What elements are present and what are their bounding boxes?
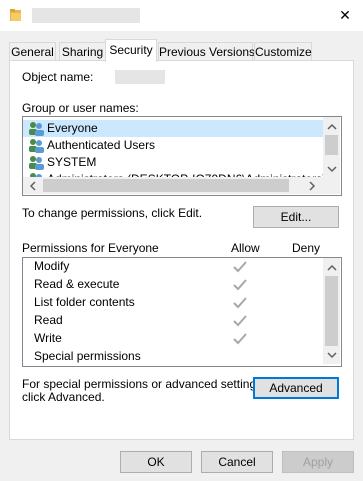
permissions-header: Permissions for Everyone <box>22 241 159 255</box>
object-name-label: Object name: <box>22 70 94 84</box>
group-item-label: Authenticated Users <box>47 138 156 152</box>
deny-column-header: Deny <box>292 241 321 255</box>
group-list-horizontal-scrollbar[interactable] <box>23 177 323 194</box>
users-icon <box>29 139 44 153</box>
permission-row-read: Read <box>34 312 63 329</box>
group-list-hscroll-thumb[interactable] <box>43 179 289 192</box>
advanced-text-line1: For special permissions or advanced sett… <box>22 377 266 391</box>
tab-sharing[interactable]: Sharing <box>59 42 106 61</box>
users-icon <box>29 156 44 170</box>
folder-icon <box>10 9 21 21</box>
scroll-down-arrow-icon[interactable] <box>326 349 338 361</box>
permission-row-special: Special permissions <box>34 348 141 365</box>
tab-general[interactable]: General <box>9 42 56 61</box>
group-list-vertical-scrollbar[interactable] <box>323 117 340 177</box>
tab-customize[interactable]: Customize <box>254 42 312 61</box>
allow-checkmark-icon <box>233 261 247 273</box>
group-user-names-label: Group or user names: <box>22 101 139 115</box>
permission-label: Read & execute <box>34 277 120 291</box>
scroll-up-arrow-icon[interactable] <box>326 262 338 274</box>
group-item-label: Everyone <box>47 121 98 135</box>
allow-checkmark-icon <box>233 297 247 309</box>
group-user-names-text: Group or user names: <box>22 101 139 115</box>
permission-label: List folder contents <box>34 295 135 309</box>
window-title-redacted <box>32 8 140 23</box>
scroll-left-arrow-icon[interactable] <box>27 180 39 192</box>
allow-column-header: Allow <box>231 241 260 255</box>
permissions-listbox: Modify Read & execute List folder conten… <box>22 257 342 367</box>
users-icon <box>29 122 44 136</box>
permission-row-list-folder-contents: List folder contents <box>34 294 135 311</box>
tab-previous-versions[interactable]: Previous Versions <box>158 42 255 61</box>
allow-checkmark-icon <box>233 279 247 291</box>
scroll-down-arrow-icon[interactable] <box>326 163 338 175</box>
change-permissions-text: To change permissions, click Edit. <box>22 206 203 220</box>
group-user-listbox[interactable]: Everyone Authenticated Users SYSTEM Admi… <box>22 116 342 196</box>
scroll-corner <box>323 177 340 194</box>
permission-label: Read <box>34 313 63 327</box>
ok-button[interactable]: OK <box>120 451 192 473</box>
permissions-vertical-scrollbar[interactable] <box>323 258 340 364</box>
allow-checkmark-icon <box>233 315 247 327</box>
object-name-value-redacted <box>115 70 165 84</box>
permission-label: Special permissions <box>34 349 141 363</box>
edit-button[interactable]: Edit... <box>253 206 339 228</box>
permissions-scroll-thumb[interactable] <box>325 276 338 346</box>
allow-checkmark-icon <box>233 333 247 345</box>
permission-row-write: Write <box>34 330 62 347</box>
group-item-label: SYSTEM <box>47 155 97 169</box>
group-list-scroll-thumb[interactable] <box>325 135 338 155</box>
permission-label: Write <box>34 331 62 345</box>
advanced-text-line2: click Advanced. <box>22 390 105 404</box>
advanced-button[interactable]: Advanced <box>253 377 339 399</box>
scroll-right-arrow-icon[interactable] <box>306 180 318 192</box>
apply-button[interactable]: Apply <box>282 451 354 473</box>
cancel-button[interactable]: Cancel <box>201 451 273 473</box>
group-item-everyone[interactable]: Everyone <box>23 120 323 137</box>
permission-label: Modify <box>34 259 70 273</box>
close-button[interactable]: ✕ <box>335 5 355 25</box>
scroll-up-arrow-icon[interactable] <box>326 121 338 133</box>
permission-row-read-execute: Read & execute <box>34 276 119 293</box>
permission-row-modify: Modify <box>34 258 69 275</box>
tab-security[interactable]: Security <box>105 39 157 62</box>
